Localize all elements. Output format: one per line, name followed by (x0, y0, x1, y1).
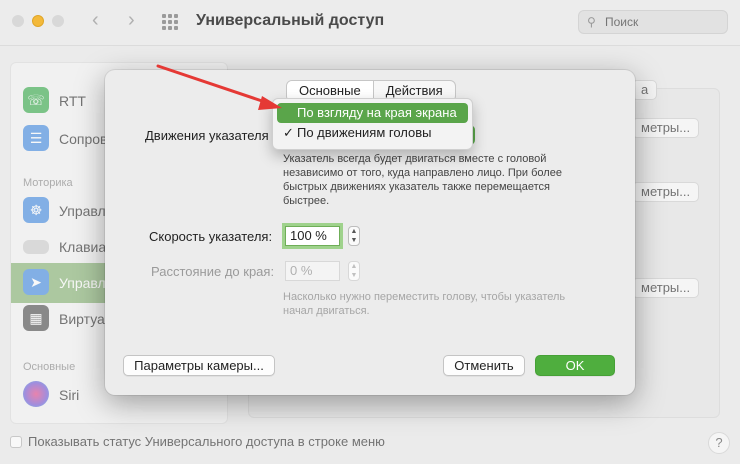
annotation-arrow (156, 64, 282, 110)
